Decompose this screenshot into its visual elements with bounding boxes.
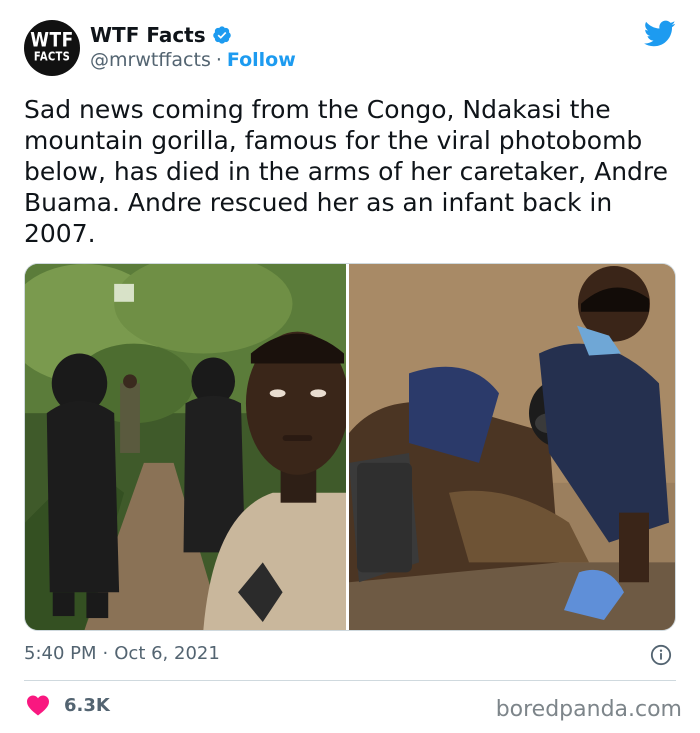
twitter-bird-icon[interactable]: [644, 20, 676, 48]
display-name[interactable]: WTF Facts: [90, 23, 206, 47]
handle-separator: ·: [215, 49, 222, 71]
tweet-text: Sad news coming from the Congo, Ndakasi …: [24, 95, 669, 248]
photo-caretaker-embrace[interactable]: [349, 264, 675, 630]
divider: [24, 680, 676, 681]
verified-badge-icon: [212, 26, 231, 44]
photo-illustration-right: [349, 264, 675, 630]
timestamp-separator: ·: [102, 643, 109, 664]
tweet-date[interactable]: Oct 6, 2021: [114, 643, 220, 664]
avatar[interactable]: WTF FACTS: [24, 20, 80, 76]
avatar-text-line2: FACTS: [33, 50, 71, 64]
follow-button[interactable]: Follow: [227, 49, 296, 71]
photo-selfie-with-gorillas[interactable]: [25, 264, 349, 630]
watermark: boredpanda.com: [495, 697, 682, 722]
timestamp-row: 5:40 PM · Oct 6, 2021: [24, 643, 220, 664]
handle-row: @mrwtffacts · Follow: [90, 49, 296, 71]
like-count: 6.3K: [64, 694, 110, 716]
media-grid[interactable]: [24, 263, 676, 631]
author-name-row: WTF Facts: [90, 22, 232, 48]
author-handle[interactable]: @mrwtffacts: [90, 49, 211, 71]
heart-icon[interactable]: [26, 694, 50, 716]
tweet-time[interactable]: 5:40 PM: [24, 643, 97, 664]
avatar-text-line1: WTF: [30, 29, 74, 53]
tweet-card: WTF FACTS WTF Facts @mrwtffacts · Follow…: [0, 0, 700, 733]
info-icon[interactable]: [650, 644, 672, 666]
photo-illustration-left: [25, 264, 346, 630]
like-action[interactable]: 6.3K: [26, 694, 110, 716]
